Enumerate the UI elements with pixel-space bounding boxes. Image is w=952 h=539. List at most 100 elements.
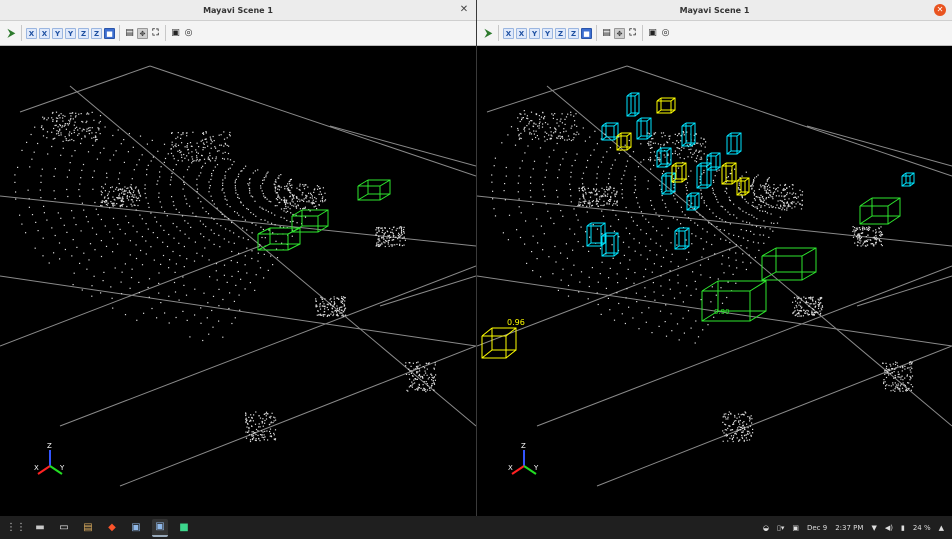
- settings-icon[interactable]: ◎: [660, 28, 671, 39]
- lidar-point: [255, 411, 257, 413]
- settings-icon[interactable]: ◎: [183, 28, 194, 39]
- view-z-icon[interactable]: Z: [78, 27, 89, 39]
- save-icon[interactable]: ▣: [170, 28, 181, 39]
- lidar-point: [526, 115, 528, 117]
- lidar-point: [395, 236, 397, 238]
- x-axis-label: X: [34, 464, 39, 472]
- lidar-point: [625, 206, 627, 209]
- isometric-icon[interactable]: ■: [581, 27, 592, 39]
- left-titlebar[interactable]: Mayavi Scene 1 ✕: [0, 0, 476, 21]
- lidar-point: [382, 229, 384, 231]
- view-minus-y-icon[interactable]: Y: [542, 27, 553, 39]
- wifi-icon[interactable]: ▼: [871, 524, 876, 532]
- view-z-icon[interactable]: Z: [555, 27, 566, 39]
- lidar-point: [705, 241, 708, 243]
- left-point-cloud-canvas[interactable]: ZX Y: [0, 46, 476, 516]
- lidar-point: [208, 239, 210, 241]
- lidar-point: [287, 189, 289, 191]
- lidar-point: [203, 292, 205, 294]
- lidar-point: [520, 132, 522, 134]
- view-y-icon[interactable]: Y: [52, 27, 63, 39]
- lidar-point: [237, 176, 239, 178]
- lidar-point: [135, 257, 138, 260]
- isometric-icon[interactable]: ■: [104, 27, 115, 39]
- lidar-point: [545, 203, 547, 205]
- lidar-point: [519, 113, 521, 115]
- lidar-point: [318, 204, 320, 206]
- lidar-point: [48, 262, 50, 264]
- left-3d-scene[interactable]: ZXY: [0, 46, 476, 516]
- mayavi-window-icon[interactable]: ▣: [152, 518, 168, 537]
- lidar-point: [235, 189, 237, 191]
- parallel-projection-icon[interactable]: ▤: [601, 28, 612, 39]
- lidar-point: [676, 135, 679, 137]
- tray-expand-icon[interactable]: ▲: [939, 524, 944, 532]
- left-close-button[interactable]: ✕: [458, 4, 470, 16]
- right-point-cloud-canvas[interactable]: 0.96 0.90 ZX Y: [477, 46, 952, 516]
- notification-icon[interactable]: ▣: [792, 524, 799, 532]
- right-3d-scene[interactable]: 0.96 0.90 ZXY: [477, 46, 952, 516]
- save-icon[interactable]: ▣: [647, 28, 658, 39]
- lidar-point: [131, 178, 133, 180]
- lidar-point: [543, 117, 545, 119]
- clipboard-icon[interactable]: ▯▾: [777, 524, 784, 532]
- lidar-point: [88, 113, 90, 115]
- lidar-point: [399, 243, 401, 245]
- battery-icon[interactable]: ▮: [901, 524, 905, 532]
- lidar-point: [139, 195, 142, 197]
- view-x-icon[interactable]: X: [26, 27, 37, 39]
- lidar-point: [130, 277, 133, 279]
- lidar-point: [57, 117, 59, 119]
- mayavi-icon[interactable]: ⮞: [483, 28, 494, 39]
- volume-icon[interactable]: ◀): [885, 524, 893, 532]
- lidar-point: [753, 198, 756, 200]
- lidar-point: [332, 305, 334, 307]
- terminal-icon[interactable]: ▭: [56, 520, 72, 536]
- right-close-button[interactable]: ✕: [934, 4, 946, 16]
- lidar-point: [616, 190, 618, 192]
- lidar-point: [636, 301, 638, 303]
- interaction-icon[interactable]: ✥: [137, 27, 148, 39]
- view-minus-x-icon[interactable]: X: [39, 27, 50, 39]
- parallel-projection-icon[interactable]: ▤: [124, 28, 135, 39]
- lidar-point: [880, 233, 882, 235]
- view-minus-y-icon[interactable]: Y: [65, 27, 76, 39]
- view-y-icon[interactable]: Y: [529, 27, 540, 39]
- brave-icon[interactable]: ◆: [104, 520, 120, 536]
- text-editor-icon[interactable]: ▤: [80, 520, 96, 536]
- fullscreen-icon[interactable]: ⛶: [627, 28, 638, 39]
- lidar-point: [662, 294, 664, 296]
- lidar-point: [172, 201, 174, 203]
- battery-text[interactable]: 24 %: [913, 524, 931, 532]
- lidar-point: [399, 240, 401, 242]
- network-icon[interactable]: ◒: [763, 524, 769, 532]
- pycharm-icon[interactable]: ■: [176, 520, 192, 536]
- lidar-point: [673, 297, 676, 299]
- lidar-point: [69, 139, 71, 141]
- lidar-point: [71, 132, 73, 135]
- view-minus-z-icon[interactable]: Z: [568, 27, 579, 39]
- fullscreen-icon[interactable]: ⛶: [150, 28, 161, 39]
- time-text[interactable]: 2:37 PM: [835, 524, 863, 532]
- lidar-point: [79, 195, 81, 197]
- lidar-point: [576, 125, 578, 127]
- interaction-icon[interactable]: ✥: [614, 27, 625, 39]
- mayavi-icon[interactable]: ⮞: [6, 28, 17, 39]
- apps-grid-icon[interactable]: ⋮⋮: [6, 520, 26, 536]
- lidar-point: [532, 168, 534, 170]
- lidar-point: [679, 292, 681, 294]
- view-x-icon[interactable]: X: [503, 27, 514, 39]
- lidar-point: [31, 214, 34, 216]
- lidar-point: [528, 121, 530, 123]
- date-text[interactable]: Dec 9: [807, 524, 827, 532]
- lidar-point: [897, 373, 899, 376]
- right-titlebar[interactable]: Mayavi Scene 1 ✕: [477, 0, 952, 21]
- view-minus-x-icon[interactable]: X: [516, 27, 527, 39]
- lidar-point: [196, 155, 198, 157]
- lidar-point: [904, 377, 906, 379]
- image-viewer-icon[interactable]: ▣: [128, 520, 144, 536]
- lidar-point: [535, 136, 537, 139]
- view-minus-z-icon[interactable]: Z: [91, 27, 102, 39]
- lidar-point: [652, 226, 654, 228]
- files-icon[interactable]: ▬: [32, 520, 48, 536]
